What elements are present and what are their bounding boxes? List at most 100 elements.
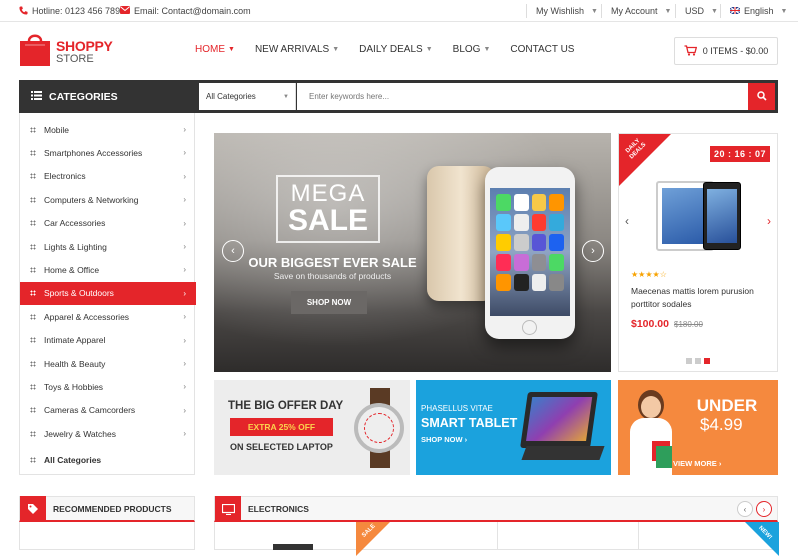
- categories-toggle[interactable]: CATEGORIES: [19, 80, 195, 113]
- phone-image: [485, 167, 575, 339]
- chevron-right-icon: ›: [183, 171, 186, 181]
- sidebar-item-electronics[interactable]: Electronics ›: [20, 165, 196, 188]
- sidebar-item-label: Home & Office: [44, 264, 100, 275]
- sidebar-item-smartphones-accessories[interactable]: Smartphones Accessories ›: [20, 141, 196, 164]
- search-category-value: All Categories: [206, 92, 256, 101]
- chevron-right-icon: ›: [183, 359, 186, 368]
- sidebar-item-health-beauty[interactable]: Health & Beauty ›: [20, 352, 196, 375]
- hero-shop-now-button[interactable]: SHOP NOW: [291, 291, 367, 314]
- sidebar-item-mobile[interactable]: Mobile ›: [20, 118, 196, 141]
- logo-subtitle: STORE: [56, 53, 94, 65]
- chevron-right-icon: ›: [183, 265, 186, 275]
- chevron-right-icon: ›: [183, 218, 186, 228]
- banner-under-price[interactable]: UNDER $4.99 VIEW MORE ›: [618, 380, 778, 475]
- dots-icon: [30, 337, 36, 344]
- nav-blog[interactable]: BLOG ▼: [453, 44, 491, 55]
- logo[interactable]: SHOPPY STORE: [19, 31, 129, 71]
- banner-subtitle: ON SELECTED LAPTOP: [230, 442, 333, 452]
- sidebar-item-toys-hobbies[interactable]: Toys & Hobbies ›: [20, 375, 196, 398]
- banner-subtitle: PHASELLUS VITAE: [421, 404, 493, 413]
- chevron-left-icon: ‹: [625, 214, 629, 228]
- hero-subheadline: Save on thousands of products: [273, 271, 392, 281]
- categories-search-bar: CATEGORIES All Categories ▼: [19, 80, 778, 113]
- section-title: ELECTRONICS: [248, 504, 309, 514]
- email[interactable]: Email: Contact@domain.com: [120, 0, 251, 22]
- caret-down-icon: ▼: [228, 46, 235, 53]
- sidebar-item-all-categories[interactable]: All Categories: [20, 448, 196, 471]
- banner-shop-now-link[interactable]: SHOP NOW ›: [421, 435, 467, 444]
- daily-deal-card: DAILY DEALS 20 : 16 : 07 ‹ › ★★★★☆ Maece…: [618, 133, 778, 372]
- deal-next-button[interactable]: ›: [767, 214, 771, 228]
- sidebar-item-label: Jewelry & Watches: [44, 428, 116, 439]
- model-image: [626, 386, 674, 475]
- search-category-select[interactable]: All Categories ▼: [199, 83, 296, 110]
- header: SHOPPY STORE HOME ▼ NEW ARRIVALS ▼ DAILY D…: [0, 22, 798, 80]
- pagination-dot[interactable]: [695, 358, 701, 364]
- dots-icon: [30, 266, 36, 273]
- banner-view-more-link[interactable]: VIEW MORE ›: [673, 459, 721, 468]
- caret-down-icon: ▼: [664, 7, 672, 15]
- pagination-dot-active[interactable]: [704, 358, 710, 364]
- hero-prev-button[interactable]: ‹: [222, 240, 244, 262]
- nav-label: BLOG: [452, 44, 481, 55]
- chevron-right-icon: ›: [183, 148, 186, 158]
- sidebar-item-label: Mobile: [44, 124, 70, 135]
- chevron-right-icon: ›: [591, 245, 595, 257]
- sidebar-item-apparel-accessories[interactable]: Apparel & Accessories ›: [20, 305, 196, 328]
- electronics-header: ELECTRONICS ‹ ›: [214, 496, 778, 522]
- cart-button[interactable]: 0 ITEMS - $0.00: [674, 37, 778, 65]
- dots-icon: [30, 243, 36, 250]
- banner-title: UNDER: [696, 396, 758, 415]
- nav-daily-deals[interactable]: DAILY DEALS ▼: [359, 44, 433, 55]
- nav-new-arrivals[interactable]: NEW ARRIVALS ▼: [255, 44, 339, 55]
- hero-headline: OUR BIGGEST EVER SALE: [248, 255, 417, 270]
- chevron-right-icon: ›: [183, 335, 186, 345]
- phone-icon: [19, 5, 28, 17]
- caret-down-icon: ▼: [283, 93, 289, 100]
- product-image[interactable]: [273, 544, 313, 550]
- sidebar-item-jewelry-watches[interactable]: Jewelry & Watches ›: [20, 422, 196, 445]
- rating-stars: ★★★★☆: [631, 270, 667, 279]
- dots-icon: [30, 290, 36, 297]
- sidebar-item-intimate-apparel[interactable]: Intimate Apparel ›: [20, 329, 196, 352]
- hero-slider[interactable]: MEGA SALE OUR BIGGEST EVER SALE Save on …: [214, 133, 611, 372]
- nav-contact-us[interactable]: CONTACT US: [510, 44, 574, 55]
- sidebar-item-home-office[interactable]: Home & Office ›: [20, 258, 196, 281]
- categories-title: CATEGORIES: [49, 90, 118, 103]
- pagination-dot[interactable]: [686, 358, 692, 364]
- sidebar-item-label: Intimate Apparel: [44, 335, 106, 346]
- sidebar-item-label: Smartphones Accessories: [44, 147, 143, 158]
- language-label: English: [744, 6, 774, 16]
- account-dropdown[interactable]: My Account ▼: [611, 0, 671, 22]
- section-prev-button[interactable]: ‹: [737, 501, 753, 517]
- dots-icon: [30, 383, 36, 390]
- hero-next-button[interactable]: ›: [582, 240, 604, 262]
- caret-down-icon: ▼: [711, 7, 718, 15]
- deal-product-name[interactable]: Maecenas mattis lorem purusion porttitor…: [631, 285, 771, 311]
- section-next-button[interactable]: ›: [756, 501, 772, 517]
- banner-title: THE BIG OFFER DAY: [228, 400, 344, 412]
- dots-icon: [30, 407, 36, 414]
- sidebar-item-label: Health & Beauty: [44, 358, 106, 369]
- sidebar-item-sports-outdoors[interactable]: Sports & Outdoors ›: [20, 281, 196, 305]
- deal-prev-button[interactable]: ‹: [625, 214, 629, 228]
- tablet-image[interactable]: [703, 182, 741, 250]
- language-dropdown[interactable]: English ▼: [729, 0, 787, 22]
- banner-smart-tablet[interactable]: PHASELLUS VITAE SMART TABLET SHOP NOW ›: [416, 380, 611, 475]
- wishlist-dropdown[interactable]: My Wishlish ▼: [536, 0, 598, 22]
- banner-offer-day[interactable]: THE BIG OFFER DAY EXTRA 25% OFF ON SELEC…: [214, 380, 410, 475]
- sidebar-item-car-accessories[interactable]: Car Accessories ›: [20, 212, 196, 235]
- sidebar-item-lights-lighting[interactable]: Lights & Lighting ›: [20, 235, 196, 258]
- search-button[interactable]: [748, 83, 775, 110]
- nav-home[interactable]: HOME ▼: [195, 44, 235, 55]
- currency-dropdown[interactable]: USD ▼: [685, 0, 718, 22]
- search-input[interactable]: [297, 83, 748, 110]
- cart-icon: [684, 44, 697, 58]
- dots-icon: [30, 456, 36, 463]
- sidebar-item-computers-networking[interactable]: Computers & Networking ›: [20, 188, 196, 211]
- sidebar-item-cameras-camcorders[interactable]: Cameras & Camcorders ›: [20, 399, 196, 422]
- sidebar-item-label: Cameras & Camcorders: [44, 405, 136, 416]
- search-icon: [756, 88, 767, 106]
- caret-down-icon: ▼: [425, 46, 433, 53]
- tablet-image: [520, 392, 598, 448]
